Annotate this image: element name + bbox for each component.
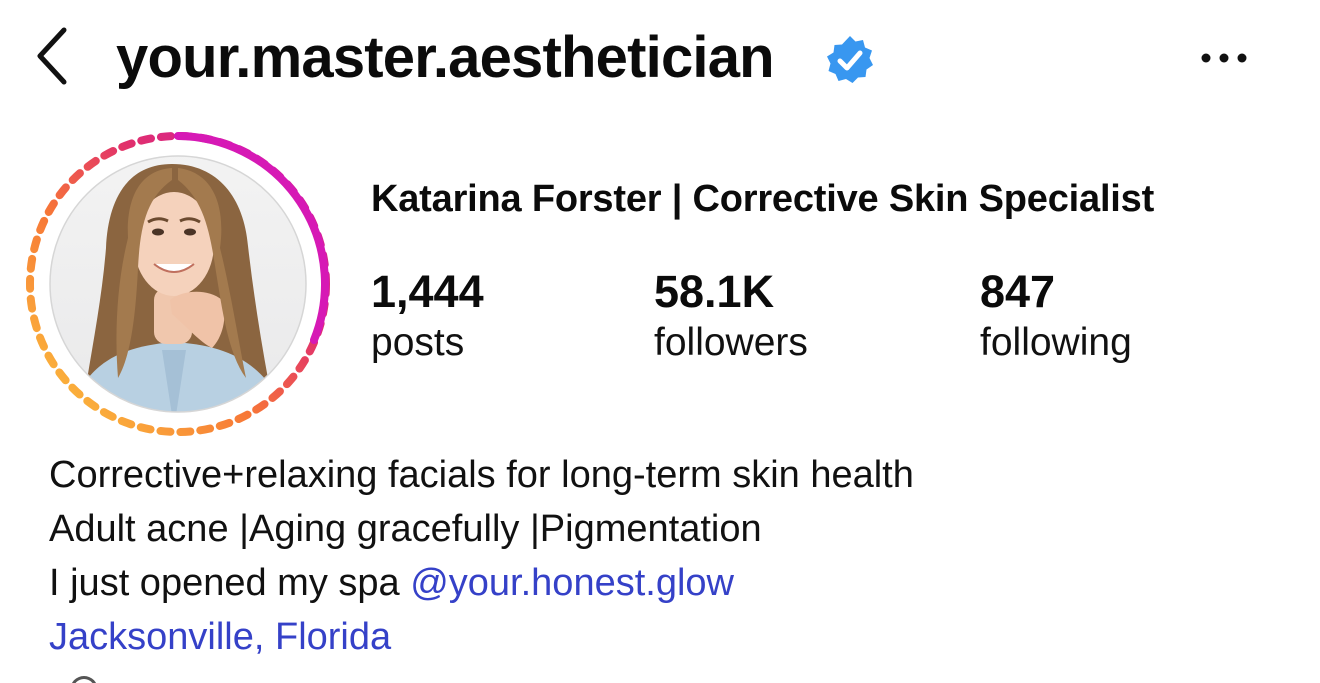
bio-mention-link[interactable]: @your.honest.glow	[410, 562, 734, 604]
profile-bio: Corrective+relaxing facials for long-ter…	[49, 448, 914, 664]
bio-line-1: Corrective+relaxing facials for long-ter…	[49, 454, 914, 496]
verified-badge-icon	[827, 36, 873, 83]
posts-count-label: posts	[371, 321, 465, 364]
profile-username: your.master.aesthetician	[116, 25, 775, 90]
chevron-left-icon	[37, 27, 67, 85]
following-count[interactable]: 847 following	[980, 266, 1132, 368]
avatar-photo	[50, 156, 306, 412]
bio-line-2: Adult acne |Aging gracefully |Pigmentati…	[49, 508, 762, 550]
more-options-button[interactable]	[1194, 36, 1254, 80]
bio-location-link[interactable]: Jacksonville, Florida	[49, 610, 914, 664]
bio-line-3-text: I just opened my spa	[49, 562, 411, 604]
following-count-value: 847	[980, 266, 1056, 317]
followers-count[interactable]: 58.1K followers	[654, 266, 808, 368]
back-button[interactable]	[28, 20, 80, 92]
posts-count-value: 1,444	[371, 266, 484, 317]
profile-avatar[interactable]	[22, 128, 334, 440]
ellipsis-icon	[1201, 53, 1247, 63]
followers-count-value: 58.1K	[654, 266, 775, 317]
followers-count-label: followers	[654, 321, 808, 364]
posts-count[interactable]: 1,444 posts	[371, 266, 484, 368]
bio-line-3: I just opened my spa @your.honest.glow	[49, 556, 914, 610]
profile-display-name: Katarina Forster | Corrective Skin Speci…	[371, 178, 1155, 220]
following-count-label: following	[980, 321, 1132, 364]
link-icon	[70, 676, 98, 683]
